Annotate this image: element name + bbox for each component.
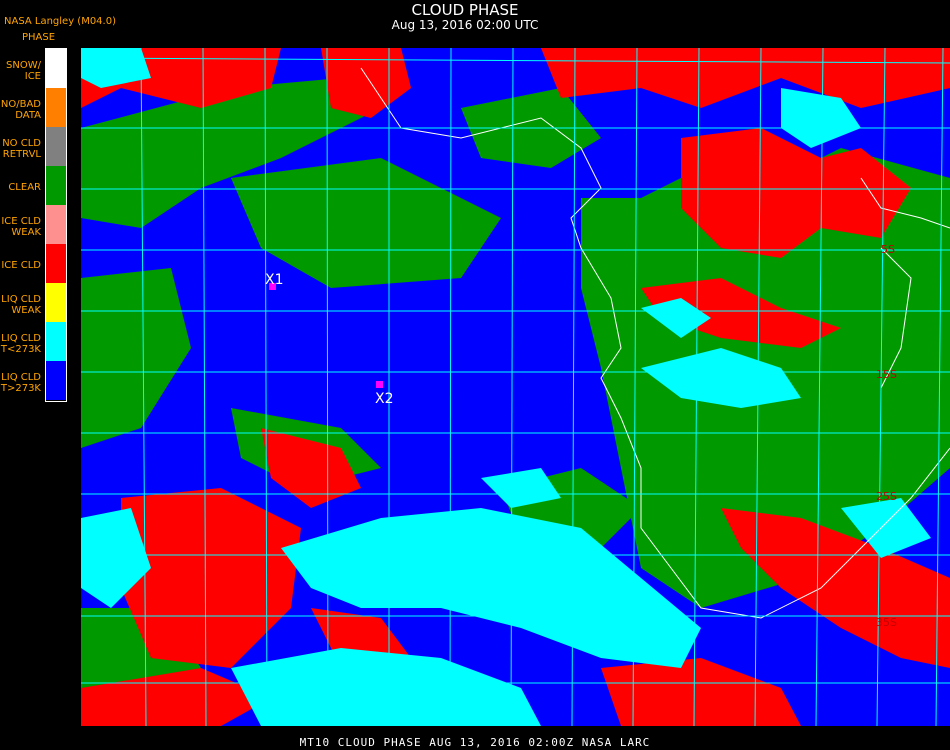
- legend-swatch-no-cld-retrvl: [46, 127, 66, 166]
- lat-label-25s: 25S: [876, 490, 897, 503]
- legend-swatch-ice-cld: [46, 244, 66, 283]
- legend-swatch-ice-cld-weak: [46, 205, 66, 244]
- legend-label-no-cld-retrvl: NO CLD RETRVL: [2, 138, 41, 160]
- legend-swatch-snow-ice: [46, 49, 66, 88]
- legend-label-liq-cld-warm: LIQ CLD T>273K: [0, 372, 41, 394]
- legend-colorbar: [45, 48, 67, 402]
- map-timestamp: Aug 13, 2016 02:00 UTC: [391, 18, 539, 32]
- legend-swatch-no-bad-data: [46, 88, 66, 127]
- legend-label-liq-cld-weak: LIQ CLD WEAK: [1, 294, 41, 316]
- legend-label-no-bad-data: NO/BAD DATA: [0, 99, 41, 121]
- legend-label-ice-cld: ICE CLD: [1, 260, 41, 271]
- cloud-phase-map[interactable]: 5S 15S 25S 35S X1 X2: [81, 48, 950, 726]
- marker-x2-dot[interactable]: [376, 381, 383, 388]
- legend-swatch-liq-cld-cold: [46, 322, 66, 361]
- legend-swatch-clear: [46, 166, 66, 205]
- legend-label-clear: CLEAR: [8, 182, 41, 193]
- map-canvas: 5S 15S 25S 35S X1 X2: [81, 48, 950, 726]
- legend-title: PHASE: [22, 32, 56, 43]
- lat-label-15s: 15S: [876, 368, 897, 381]
- credit-label: NASA Langley (M04.0): [4, 16, 116, 27]
- map-title: CLOUD PHASE: [411, 1, 519, 19]
- lat-label-5s: 5S: [881, 243, 895, 256]
- marker-x2-label: X2: [375, 391, 394, 407]
- legend-swatch-liq-cld-weak: [46, 283, 66, 322]
- legend-swatch-liq-cld-warm: [46, 361, 66, 400]
- legend-label-ice-cld-weak: ICE CLD WEAK: [1, 216, 41, 238]
- lat-label-35s: 35S: [876, 616, 897, 629]
- footer-caption: MT10 CLOUD PHASE AUG 13, 2016 02:00Z NAS…: [299, 736, 651, 749]
- legend-label-snow-ice: SNOW/ ICE: [6, 60, 41, 82]
- marker-x1-label: X1: [265, 272, 284, 288]
- legend-label-liq-cld-cold: LIQ CLD T<273K: [0, 333, 41, 355]
